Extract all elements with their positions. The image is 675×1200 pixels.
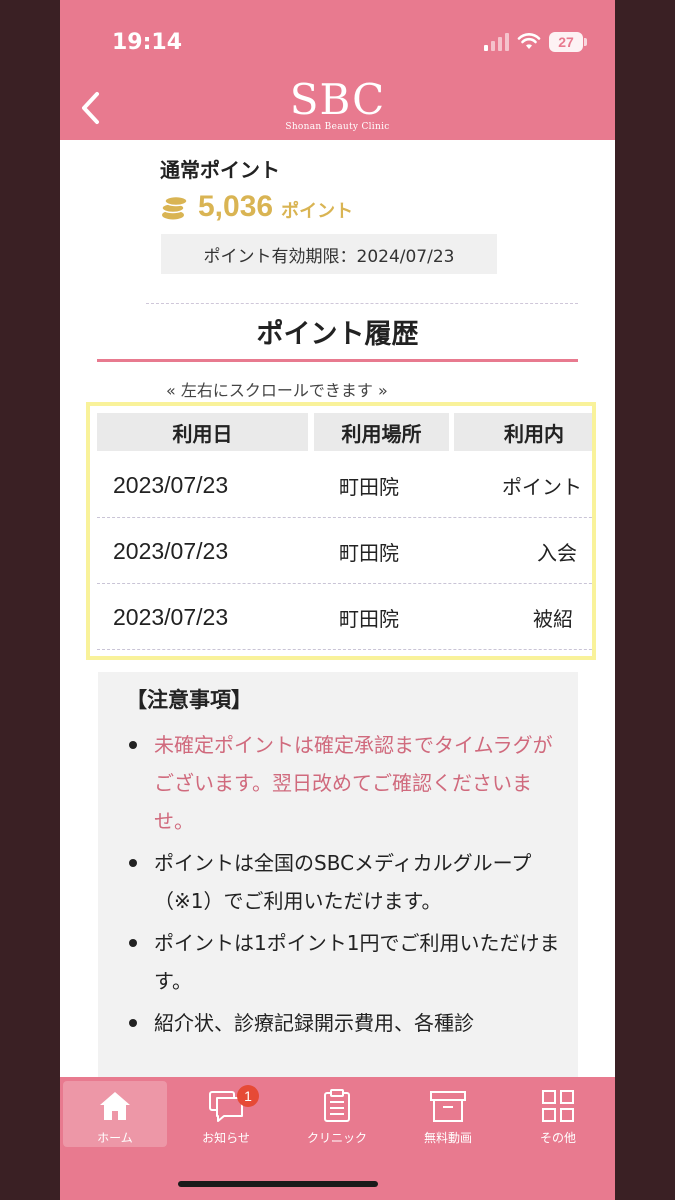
note-item: ポイントは1ポイント1円でご利用いただけます。 — [124, 924, 564, 1000]
points-unit: ポイント — [281, 201, 354, 222]
notification-badge: 1 — [237, 1085, 259, 1107]
column-header-usage: 利用内 — [454, 413, 592, 451]
row-place: 町田院 — [339, 540, 399, 565]
history-title: ポイント履歴 — [256, 319, 419, 350]
grid-icon — [538, 1086, 578, 1126]
tab-notifications[interactable]: 1 お知らせ — [174, 1081, 278, 1147]
points-label: 通常ポイント — [160, 158, 280, 182]
notes-box: 【注意事項】 未確定ポイントは確定承認までタイムラグがございます。翌日改めてご確… — [98, 672, 578, 1082]
table-row: 2023/07/23 町田院 入会 — [97, 518, 592, 584]
home-indicator[interactable] — [178, 1181, 378, 1187]
clipboard-icon — [317, 1086, 357, 1126]
tab-label: ホーム — [97, 1131, 133, 1145]
app-header: 19:14 27 SBC Shonan Beauty Clinic — [60, 0, 615, 140]
row-date: 2023/07/23 — [113, 471, 229, 498]
tab-home[interactable]: ホーム — [63, 1081, 167, 1147]
tab-label: お知らせ — [202, 1131, 250, 1145]
points-value: 5,036 — [198, 190, 274, 223]
divider — [146, 303, 578, 304]
row-date: 2023/07/23 — [113, 603, 229, 630]
points-expiry: ポイント有効期限：2024/07/23 — [161, 234, 497, 274]
sbc-logo: SBC Shonan Beauty Clinic — [60, 75, 615, 133]
logo-subtext: Shonan Beauty Clinic — [285, 122, 390, 132]
home-icon — [95, 1086, 135, 1126]
row-usage: ポイント — [502, 474, 582, 499]
coins-icon — [161, 195, 188, 220]
tab-label: クリニック — [306, 1131, 367, 1145]
column-header-place: 利用場所 — [314, 413, 449, 451]
status-icons: 27 — [484, 32, 587, 52]
box-icon — [428, 1086, 468, 1126]
signal-icon — [484, 33, 509, 51]
tab-label: その他 — [539, 1131, 576, 1145]
battery-icon: 27 — [549, 32, 587, 52]
table-row: 2023/07/23 町田院 被紹 — [97, 584, 592, 650]
tab-clinic[interactable]: クリニック — [285, 1081, 389, 1147]
note-item: 紹介状、診療記録開示費用、各種診 — [124, 1004, 564, 1042]
row-date: 2023/07/23 — [113, 537, 229, 564]
note-item: 未確定ポイントは確定承認までタイムラグがございます。翌日改めてご確認くださいませ… — [124, 726, 564, 840]
history-table[interactable]: 利用日 利用場所 利用内 2023/07/23 町田院 ポイント 2023/07… — [86, 402, 596, 660]
tab-free-videos[interactable]: 無料動画 — [396, 1081, 500, 1147]
wifi-icon — [517, 33, 541, 49]
history-title-underline — [97, 359, 578, 362]
points-page[interactable]: 通常ポイント 5,036 ポイント ポイント有効期限：2024/07/23 ポイ… — [60, 140, 615, 1082]
tab-label: 無料動画 — [423, 1131, 472, 1145]
points-value-row: 5,036 ポイント — [160, 190, 353, 224]
notes-title: 【注意事項】 — [126, 688, 252, 712]
table-row: 2023/07/23 町田院 ポイント — [97, 452, 592, 518]
note-item: ポイントは全国のSBCメディカルグループ（※1）でご利用いただけます。 — [124, 844, 564, 920]
row-usage: 被紹 — [533, 606, 573, 631]
row-place: 町田院 — [339, 474, 399, 499]
phone-screen: 19:14 27 SBC Shonan Beauty Clinic 通常ポイント… — [60, 0, 615, 1200]
row-usage: 入会 — [537, 540, 577, 565]
tab-more[interactable]: その他 — [506, 1081, 610, 1147]
battery-level: 27 — [549, 32, 583, 52]
notes-list: 未確定ポイントは確定承認までタイムラグがございます。翌日改めてご確認くださいませ… — [124, 726, 564, 1046]
row-place: 町田院 — [339, 606, 399, 631]
status-time: 19:14 — [112, 30, 183, 55]
column-header-date: 利用日 — [97, 413, 308, 451]
scroll-hint: « 左右にスクロールできます » — [166, 381, 388, 398]
logo-text: SBC — [289, 75, 386, 124]
